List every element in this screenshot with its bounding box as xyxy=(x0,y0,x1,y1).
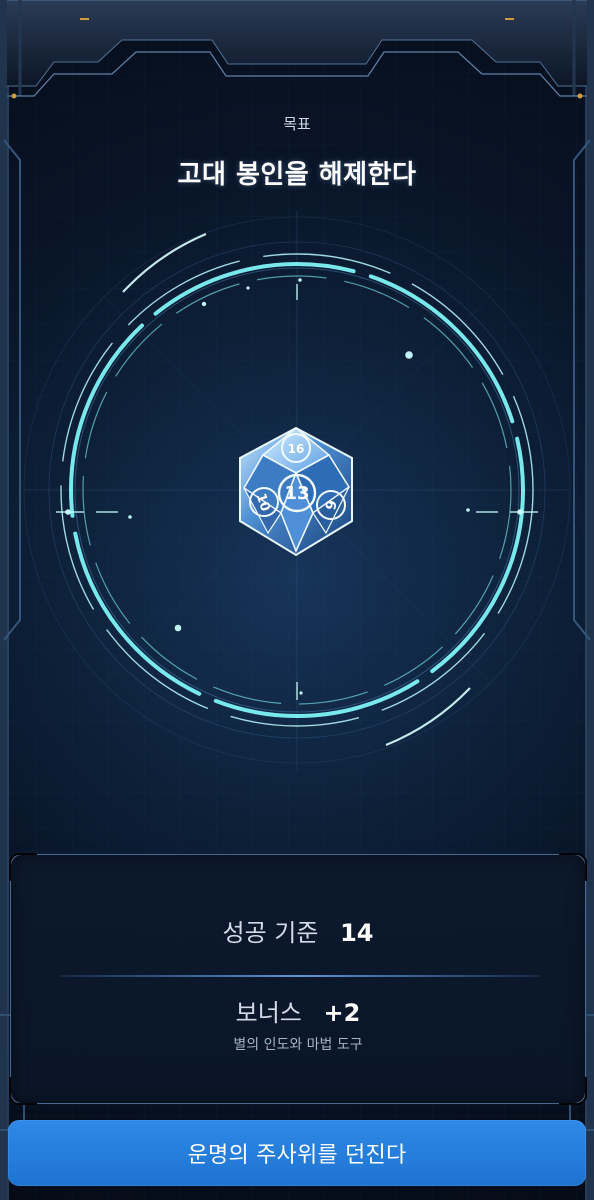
game-screen: 목표 고대 봉인을 해제한다 16 13 10 9 성공 기준 14 보너스 +… xyxy=(0,0,594,1200)
throw-dice-button[interactable]: 운명의 주사위를 던진다 xyxy=(8,1120,586,1186)
bonus-label: 보너스 xyxy=(235,999,302,1027)
bonus-source-text: 별의 인도와 마법 도구 xyxy=(233,1037,363,1053)
panel-corner-top-left xyxy=(9,853,37,881)
success-criteria-label: 성공 기준 xyxy=(222,919,319,947)
dice-face-16: 16 xyxy=(288,442,305,456)
panel-corner-bottom-right xyxy=(559,1077,587,1105)
roll-info-panel: 성공 기준 14 보너스 +2 별의 인도와 마법 도구 xyxy=(9,853,587,1105)
bonus-row: 보너스 +2 xyxy=(11,993,585,1028)
panel-corner-top-right xyxy=(559,853,587,881)
panel-corner-bottom-left xyxy=(9,1077,37,1105)
panel-divider xyxy=(60,975,540,977)
success-criteria-value: 14 xyxy=(340,919,374,947)
objective-label: 목표 xyxy=(283,115,311,133)
bonus-value: +2 xyxy=(323,999,361,1027)
success-criteria-row: 성공 기준 14 xyxy=(11,913,585,948)
d20-dice-icon: 16 13 10 9 xyxy=(239,426,353,557)
objective-title: 고대 봉인을 해제한다 xyxy=(177,160,417,190)
dice-face-13: 13 xyxy=(284,483,309,504)
